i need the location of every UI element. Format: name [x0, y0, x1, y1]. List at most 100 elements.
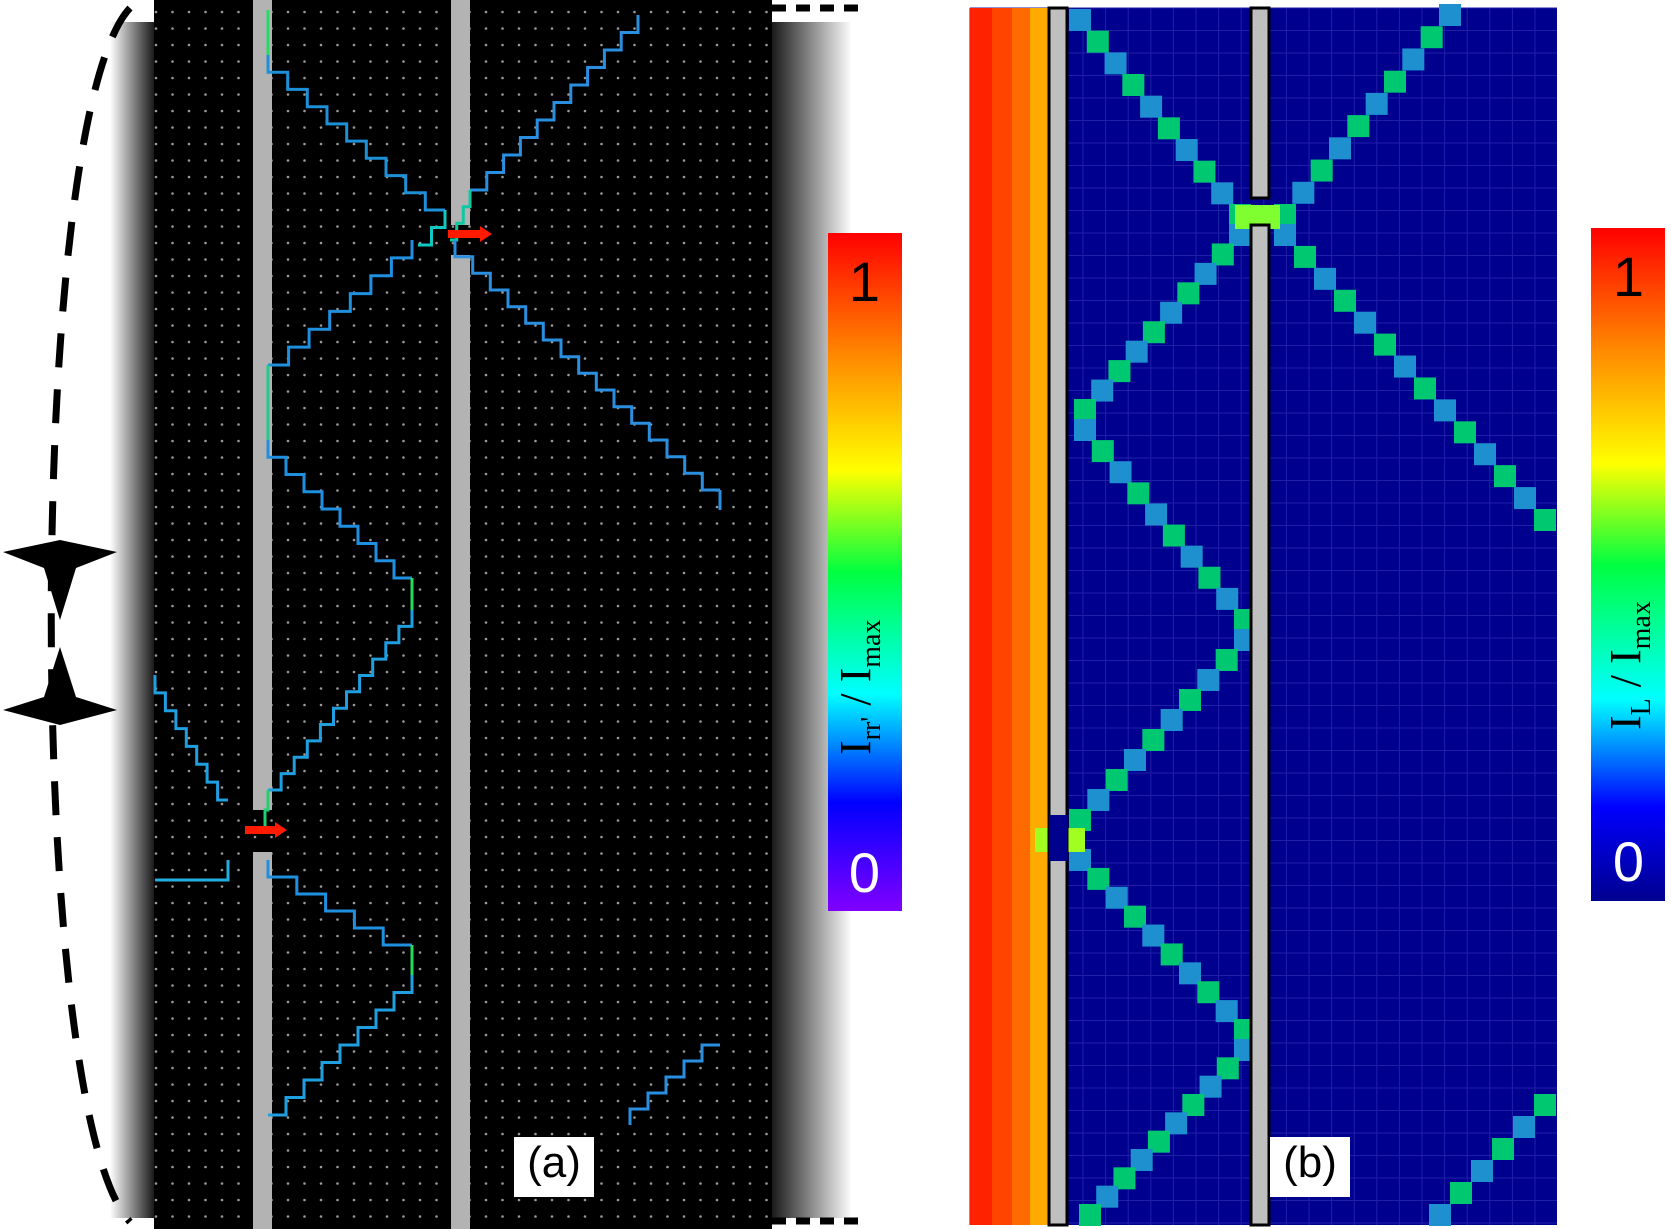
heatmap-cell	[1069, 849, 1091, 871]
heatmap-cell	[1091, 440, 1114, 463]
heatmap-cell	[1074, 399, 1096, 421]
colorbar-a-title-sub2: max	[855, 619, 887, 668]
colorbar-a-title-main: I	[831, 740, 880, 755]
heatmap-cell	[1160, 301, 1183, 324]
heatmap-cell	[1142, 729, 1165, 751]
heatmap-cell	[1329, 137, 1351, 160]
heatmap-cell	[1124, 749, 1146, 771]
heatmap-cell	[1420, 26, 1443, 49]
heatmap-cell	[1513, 1116, 1535, 1138]
heatmap-cell	[1474, 443, 1496, 466]
heatmap-cell	[1124, 905, 1146, 928]
colorbar-b-max: 1	[1612, 245, 1645, 308]
heatmap-cell	[1179, 689, 1201, 711]
heatmap-cell	[1122, 74, 1145, 96]
colorbar-b-title: IL / Imax	[1600, 450, 1657, 730]
heatmap-cell	[1434, 399, 1456, 422]
heatmap-cell	[1109, 461, 1132, 484]
heatmap-cell	[1179, 962, 1201, 985]
heatmap-cell	[1175, 139, 1198, 161]
heatmap-cell	[1177, 282, 1200, 305]
heatmap-cell	[1334, 289, 1356, 312]
barrier-left-lower	[253, 852, 272, 1229]
heatmap-cell	[1198, 566, 1221, 589]
heatmap-cell	[1160, 709, 1183, 731]
panel-a	[3, 0, 902, 1229]
colorbar-a-title-sub: rr'	[855, 716, 887, 741]
heatmap-cell	[1414, 377, 1436, 400]
heatmap-cell	[1197, 669, 1220, 691]
colorbar-a-title-sep: / I	[831, 667, 880, 717]
heatmap-cell	[1394, 355, 1416, 378]
heatmap-cell	[1454, 421, 1476, 444]
heatmap-cell	[1079, 1204, 1101, 1226]
heatmap-cell	[1310, 159, 1333, 182]
heatmap-cell	[1193, 160, 1216, 183]
heatmap-cell	[1365, 92, 1388, 115]
loop-arrow-down	[3, 540, 117, 620]
heatmap-cell	[970, 8, 992, 1225]
heatmap-cell	[1197, 981, 1220, 1004]
heatmap-cell	[1105, 769, 1128, 791]
heatmap-cell	[1194, 262, 1217, 285]
heatmap-cell	[1157, 117, 1180, 140]
heatmap-cell	[1216, 587, 1239, 610]
left-shade	[110, 22, 154, 1218]
heatmap-cell	[1180, 545, 1203, 568]
heatmap-cell	[1145, 503, 1168, 526]
colorbar-b-title-main: I	[1601, 715, 1650, 730]
heatmap-cell	[1534, 509, 1556, 531]
panel-b-label: (b)	[1270, 1137, 1350, 1197]
colorbar-a-max: 1	[848, 250, 881, 313]
heatmap-cell	[1292, 181, 1315, 204]
colorbar-a-title: Irr' / Imax	[830, 455, 887, 755]
heatmap-cell	[1402, 48, 1425, 71]
heatmap-cell	[992, 8, 1012, 1225]
panel-b	[969, 4, 1665, 1227]
heatmap-cell	[1492, 1138, 1514, 1160]
panel-a-label: (a)	[514, 1137, 594, 1197]
heatmap-cell	[1142, 321, 1165, 344]
heatmap-cell	[1429, 1204, 1451, 1226]
colorbar-b-title-sub: L	[1625, 698, 1657, 716]
heatmap-cell	[1384, 70, 1406, 93]
heatmap-cell	[1439, 4, 1461, 26]
heatmap-cell	[1127, 482, 1150, 505]
heatmap-cell	[1030, 8, 1049, 1225]
barrier-right-lower	[1249, 223, 1271, 1227]
heatmap-cell	[1471, 1160, 1493, 1182]
heatmap-cell	[1140, 95, 1163, 118]
heatmap-cell	[1514, 487, 1536, 510]
heatmap-cell	[1091, 379, 1114, 402]
heatmap-cell	[1494, 465, 1516, 488]
heatmap-cell	[1314, 267, 1336, 290]
colorbar-b-title-sep: / I	[1601, 649, 1650, 699]
barrier-left-outline	[1047, 6, 1069, 1227]
barrier-right-upper	[1249, 6, 1271, 200]
heatmap-cell	[1074, 419, 1096, 441]
heatmap-cell	[1534, 1094, 1556, 1116]
heatmap-cell	[1354, 311, 1376, 334]
barrier-left-gap	[1049, 815, 1067, 861]
barrier-right-upper	[451, 0, 470, 225]
heatmap-cell	[1069, 809, 1091, 831]
heatmap-cell	[1087, 867, 1110, 890]
heatmap-cell	[1012, 8, 1030, 1225]
colorbar-a-min: 0	[848, 841, 881, 904]
heatmap-cell	[1450, 1182, 1472, 1204]
heatmap-cell	[1105, 886, 1128, 909]
heatmap-cell	[1215, 649, 1238, 671]
heatmap-cell	[1125, 340, 1148, 363]
colorbar-b-title-sub2: max	[1625, 601, 1657, 650]
heatmap-cell	[1069, 9, 1091, 31]
colorbar-b-min: 0	[1612, 830, 1645, 893]
barrier-right-lower	[451, 255, 470, 1229]
heatmap-cell	[1374, 333, 1396, 356]
heatmap-cell	[1294, 245, 1316, 268]
heatmap-cell	[1108, 360, 1131, 383]
heatmap-cell	[1347, 115, 1370, 138]
loop-arrow-up	[3, 647, 117, 725]
heatmap-cell	[1211, 182, 1234, 205]
heatmap-cell	[1160, 943, 1183, 966]
heatmap-cell	[1104, 52, 1127, 75]
